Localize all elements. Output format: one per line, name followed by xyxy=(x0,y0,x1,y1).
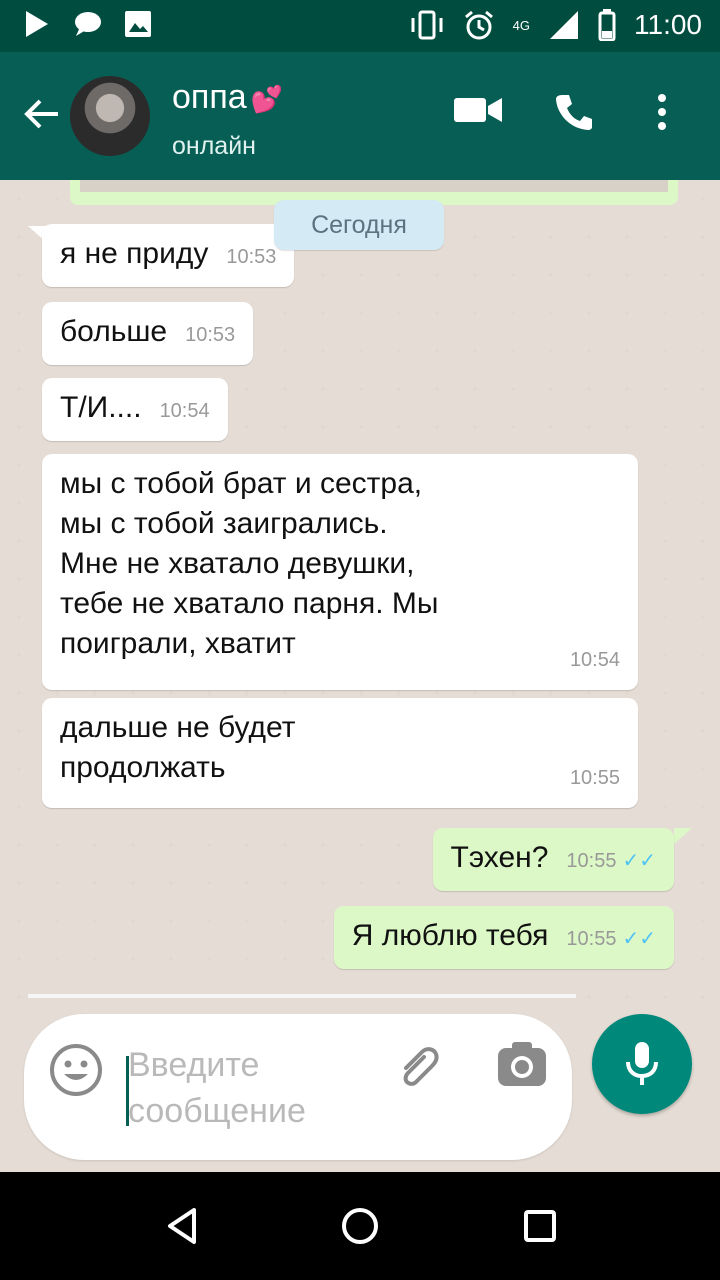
signal-icon xyxy=(550,11,578,39)
read-ticks-icon: ✓✓ xyxy=(622,850,656,872)
message-text-line: поиграли, хватит xyxy=(60,627,296,660)
message-time: 10:54 xyxy=(159,400,210,422)
alarm-icon xyxy=(464,10,493,40)
battery-icon xyxy=(598,9,616,41)
attach-icon[interactable] xyxy=(392,1038,448,1094)
chat-bubble-icon xyxy=(75,12,101,36)
message-composer[interactable]: Введите сообщение xyxy=(24,1014,572,1160)
message-time: 10:53 xyxy=(185,324,236,346)
contact-name[interactable]: оппа 💕 xyxy=(172,78,283,117)
contact-status: онлайн xyxy=(172,132,256,160)
chat-area[interactable]: я не приду 10:53 Сегодня больше 10:53 Т/И.… xyxy=(0,180,720,1010)
message-text-line: тебе не хватало парня. Мы xyxy=(60,587,439,620)
read-ticks-icon: ✓✓ xyxy=(622,928,656,950)
network-type-label: 4G xyxy=(512,17,530,33)
status-bar: 4G 11:00 xyxy=(0,0,720,52)
vibrate-icon xyxy=(411,10,443,40)
message-text-line: мы с тобой заигрались. xyxy=(60,507,388,540)
message-time: 10:55 xyxy=(566,850,617,872)
message-out[interactable]: Я люблю тебя 10:55 ✓✓ xyxy=(333,906,674,969)
message-time: 10:55 xyxy=(569,767,620,789)
bubble-tail xyxy=(674,828,692,844)
message-text-line: Мне не хватало девушки, xyxy=(60,547,415,580)
chat-header: оппа 💕 онлайн xyxy=(0,52,720,180)
message-out[interactable]: Тэхен? 10:55 ✓✓ xyxy=(432,828,674,891)
message-text: Я люблю тебя xyxy=(351,919,549,952)
message-in[interactable]: я не приду 10:53 xyxy=(42,224,295,287)
message-text-line: продолжать xyxy=(60,751,226,784)
camera-icon[interactable] xyxy=(496,1040,548,1090)
avatar[interactable] xyxy=(70,76,150,156)
message-in[interactable]: больше 10:53 xyxy=(42,302,254,365)
back-arrow-icon[interactable] xyxy=(20,92,64,136)
video-call-icon[interactable] xyxy=(452,92,504,128)
message-text: больше xyxy=(60,315,168,348)
placeholder-line: Введите xyxy=(128,1046,260,1084)
emoji-icon[interactable] xyxy=(48,1042,104,1098)
message-time: 10:55 xyxy=(566,928,617,950)
image-icon xyxy=(125,11,151,37)
placeholder-line: сообщение xyxy=(128,1092,306,1130)
message-in[interactable]: дальше не будет продолжать 10:55 xyxy=(42,698,638,808)
message-in[interactable]: Т/И.... 10:54 xyxy=(42,378,228,441)
message-text-line: мы с тобой брат и сестра, xyxy=(60,467,423,500)
message-input[interactable]: Введите сообщение xyxy=(128,1042,368,1134)
message-text-line: дальше не будет xyxy=(60,711,296,744)
message-text: я не приду xyxy=(60,237,209,270)
system-navigation-bar xyxy=(0,1172,720,1280)
mic-button[interactable] xyxy=(592,1014,692,1114)
date-divider: Сегодня xyxy=(274,200,444,250)
contact-name-text: оппа xyxy=(172,78,247,116)
nav-back-icon[interactable] xyxy=(164,1206,200,1246)
more-vert-icon[interactable] xyxy=(652,92,672,132)
two-hearts-emoji: 💕 xyxy=(250,84,284,114)
nav-recents-icon[interactable] xyxy=(522,1206,558,1246)
nav-home-icon[interactable] xyxy=(340,1206,380,1246)
message-time: 10:54 xyxy=(569,649,620,671)
message-in[interactable]: мы с тобой брат и сестра, мы с тобой заи… xyxy=(42,454,638,690)
mic-icon xyxy=(626,1042,658,1085)
phone-icon[interactable] xyxy=(554,92,594,132)
message-text: Т/И.... xyxy=(60,391,142,424)
message-text: Тэхен? xyxy=(450,841,549,874)
message-time: 10:53 xyxy=(226,246,277,268)
composer-divider xyxy=(28,994,576,998)
play-icon xyxy=(26,11,48,37)
clock: 11:00 xyxy=(634,9,702,40)
